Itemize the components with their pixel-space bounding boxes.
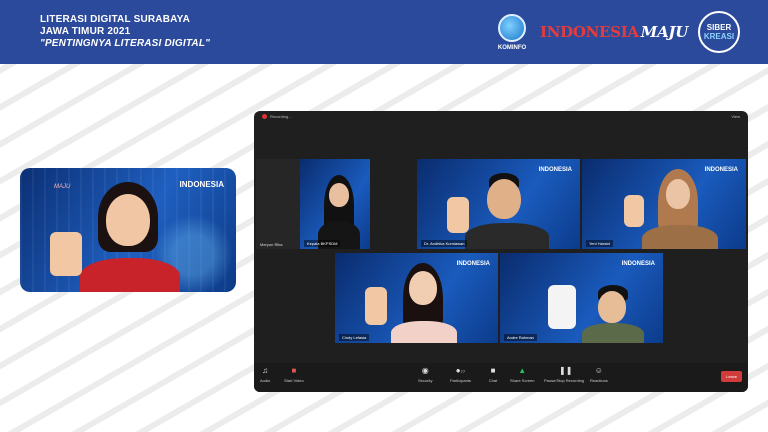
reactions-label: Reactions	[590, 378, 608, 383]
zoom-toolbar: ♫ Audio ■ Start Video ◉ Security ●77 Partici…	[254, 363, 748, 392]
start-video-button[interactable]: ■ Start Video	[284, 366, 304, 384]
siber-text: SIBER	[706, 23, 732, 32]
kominfo-label: KOMINFO	[497, 44, 527, 51]
participant-tile[interactable]: INDONESIA Yeni Harsini	[582, 159, 746, 249]
speaker-video-tile: MAJU INDONESIA	[20, 168, 236, 292]
recording-controls-label: Pause/Stop Recording	[544, 378, 585, 383]
participant-name: Kepala BKPSDM	[304, 240, 341, 247]
participant-face	[666, 179, 690, 209]
participant-tile[interactable]: INDONESIA Dr. Andhika Kurniawan	[417, 159, 580, 249]
chat-button[interactable]: ■ Chat	[488, 366, 498, 384]
siberkreasi-logo: SIBER KREASI	[698, 11, 740, 53]
participant-tile[interactable]: Kepala BKPSDM	[300, 159, 370, 249]
event-title: LITERASI DIGITAL SURABAYA	[40, 14, 191, 25]
shield-icon: ◉	[421, 366, 429, 375]
participant-hand-gesture	[624, 195, 644, 227]
chat-icon: ■	[490, 366, 496, 375]
speaker-red-top	[80, 258, 180, 292]
kominfo-emblem-icon	[498, 13, 527, 42]
security-button[interactable]: ◉ Security	[418, 366, 433, 384]
reactions-button[interactable]: ☺ Reactions	[590, 366, 608, 384]
recording-label: Recording...	[270, 114, 292, 119]
participants-button[interactable]: ●77 Participants	[450, 366, 471, 384]
maju-logo-text: MAJU	[640, 23, 689, 41]
share-screen-button[interactable]: ▲ Share Screen	[510, 366, 535, 384]
partner-logos: KOMINFO INDONESIA MAJU SIBER KREASI	[494, 8, 740, 56]
participants-label: Participants	[450, 378, 471, 383]
indonesia-logo-text: INDONESIA	[540, 23, 639, 41]
chat-label: Chat	[488, 378, 498, 383]
view-button[interactable]: View	[731, 114, 740, 119]
participant-outfit	[465, 223, 549, 249]
start-video-label: Start Video	[284, 378, 304, 383]
participant-outfit	[582, 323, 644, 343]
event-theme: "PENTINGNYA LITERASI DIGITAL"	[40, 38, 211, 49]
participant-hand-gesture	[365, 287, 387, 325]
header-banner: LITERASI DIGITAL SURABAYA JAWA TIMUR 202…	[0, 0, 768, 64]
participant-person	[447, 169, 557, 249]
participant-outfit	[642, 225, 718, 249]
share-screen-icon: ▲	[518, 366, 527, 375]
participant-person	[540, 265, 650, 343]
participants-icon: ●77	[455, 366, 466, 375]
audio-button[interactable]: ♫ Audio	[260, 366, 271, 384]
participant-name: Andre Rahman	[504, 334, 537, 341]
kreasi-text: KREASI	[703, 32, 735, 41]
participant-face	[598, 291, 626, 323]
participant-outfit	[391, 321, 457, 343]
participant-person	[314, 175, 364, 249]
participant-face	[329, 183, 349, 207]
participant-name: Yeni Harsini	[586, 240, 614, 247]
zoom-top-bar: Recording... View	[254, 111, 748, 123]
headphones-icon: ♫	[262, 366, 269, 375]
participant-hand-gesture	[548, 285, 576, 329]
speaker-hand-gesture	[50, 232, 82, 276]
smiley-icon: ☺	[594, 366, 603, 375]
audio-label: Audio	[260, 378, 271, 383]
leave-button[interactable]: Leave	[721, 371, 742, 382]
participant-face	[487, 179, 521, 219]
participants-count: 77	[460, 369, 466, 374]
event-region: JAWA TIMUR 2021	[40, 26, 131, 37]
video-off-icon: ■	[291, 366, 297, 375]
participant-face	[409, 271, 437, 305]
speaker-person	[50, 182, 198, 292]
kominfo-logo: KOMINFO	[494, 13, 530, 51]
share-screen-label: Share Screen	[510, 378, 535, 383]
pause-stop-icon: ❚❚	[559, 366, 573, 375]
recording-dot-icon	[262, 114, 267, 119]
participant-name: Cindy Lefasia	[339, 334, 370, 341]
security-label: Security	[418, 378, 433, 383]
participant-tile-camera-off[interactable]: Meryon Rika	[256, 159, 300, 249]
participant-person	[622, 169, 722, 249]
participant-name: Meryon Rika	[260, 242, 283, 247]
recording-controls-button[interactable]: ❚❚ Pause/Stop Recording	[544, 366, 585, 384]
indonesia-maju-logo: INDONESIA MAJU	[540, 23, 688, 41]
recording-indicator[interactable]: Recording...	[262, 114, 292, 119]
zoom-meeting-window: Recording... View Meryon Rika Kepala BKP…	[254, 111, 748, 392]
participant-person	[365, 263, 475, 343]
participant-hand-gesture	[447, 197, 469, 233]
speaker-face	[106, 194, 150, 246]
participant-tile[interactable]: INDONESIA Andre Rahman	[500, 253, 663, 343]
participant-name: Dr. Andhika Kurniawan	[421, 240, 468, 247]
participant-tile[interactable]: INDONESIA Cindy Lefasia	[335, 253, 498, 343]
